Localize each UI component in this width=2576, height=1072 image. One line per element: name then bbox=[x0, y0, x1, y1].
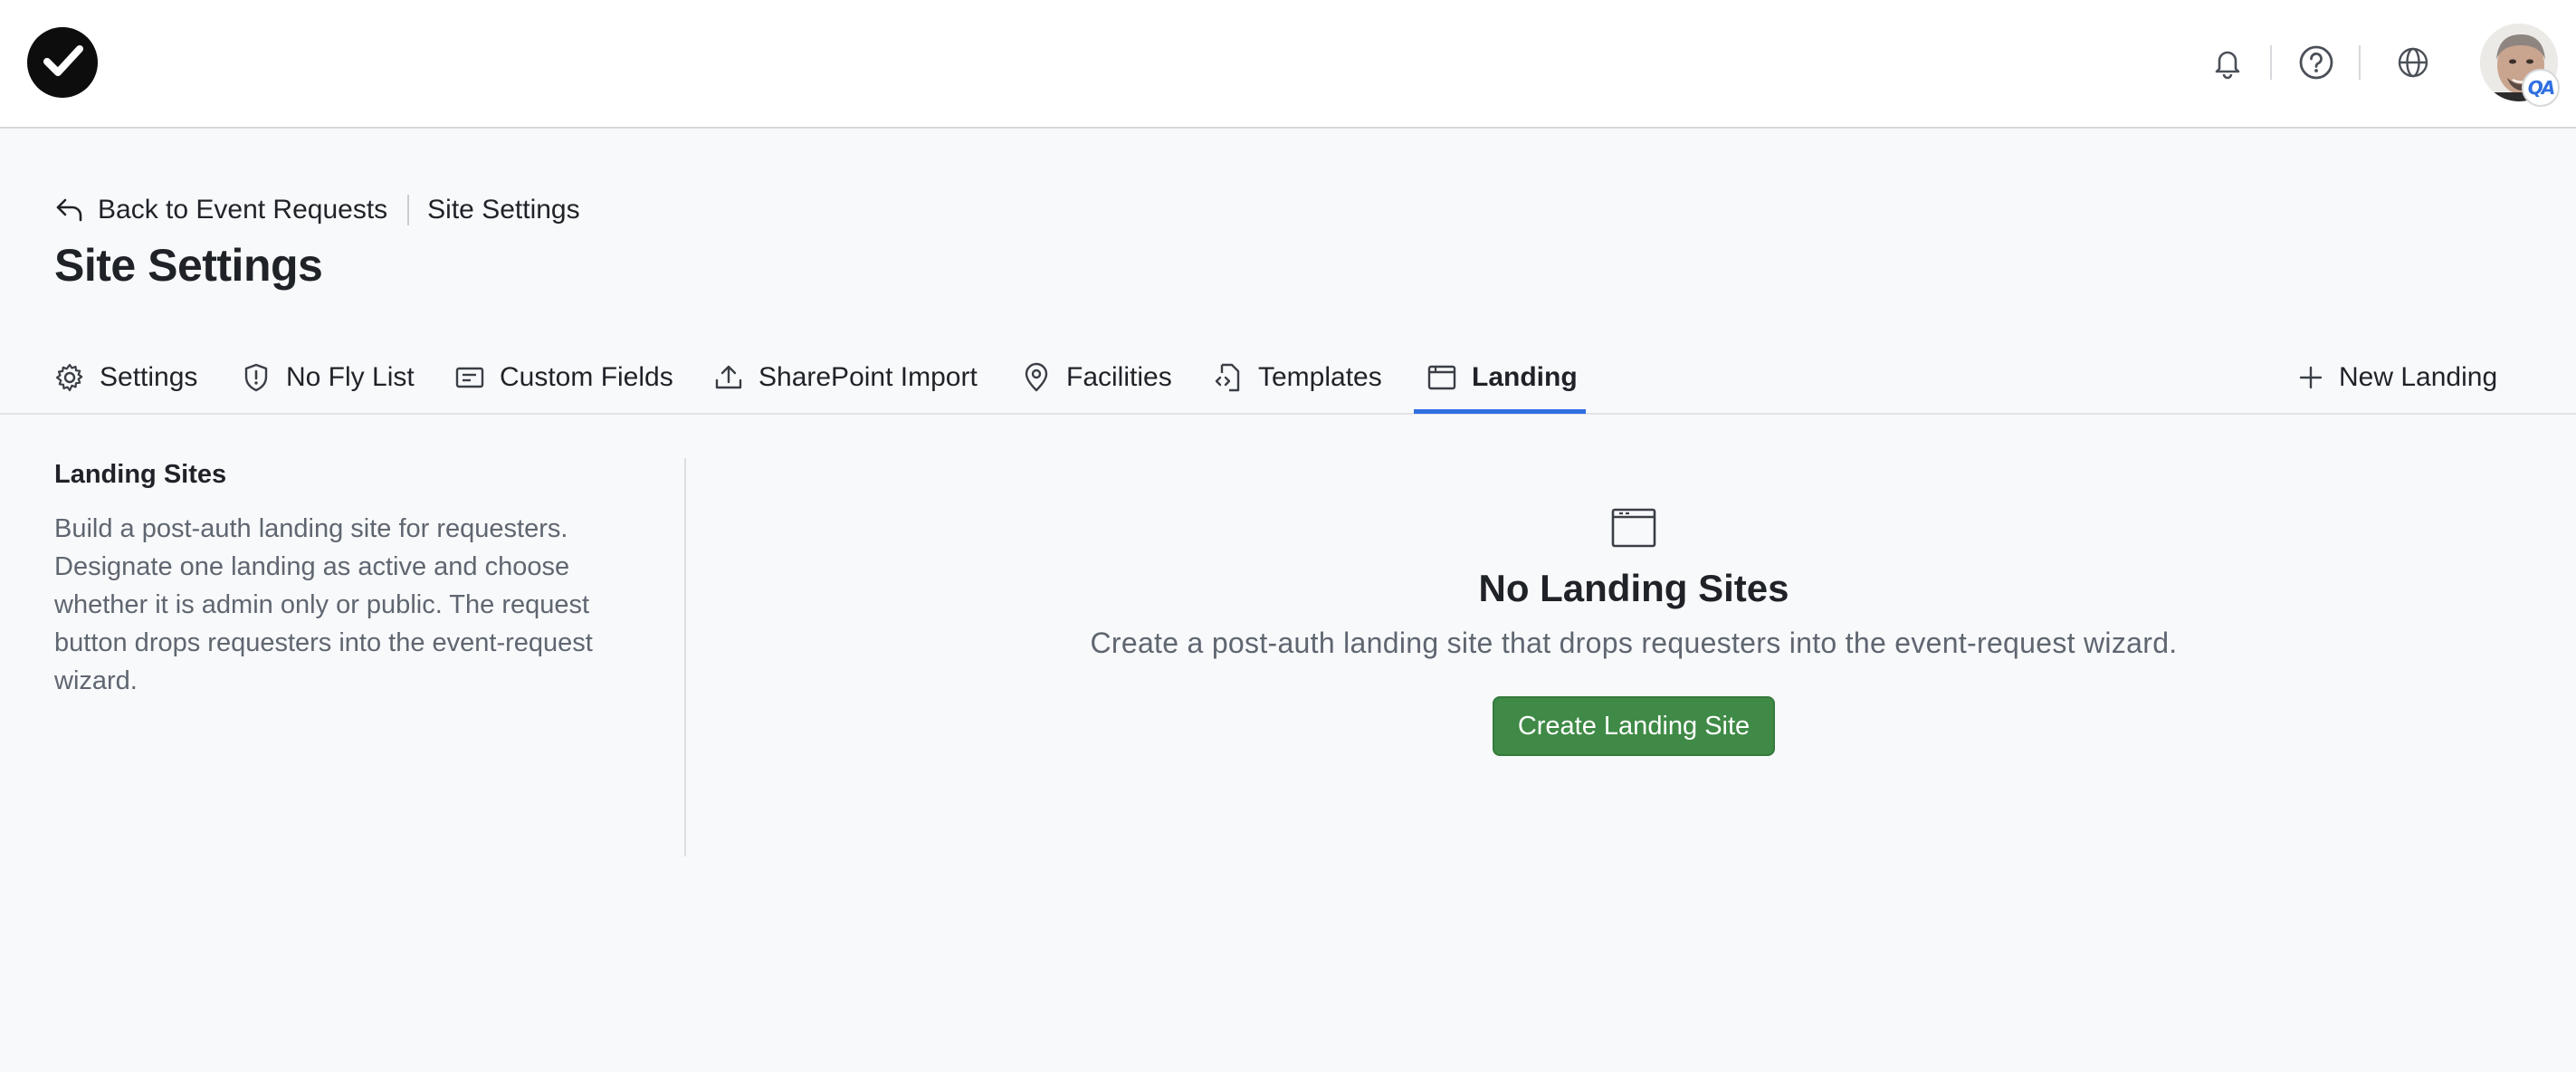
topbar-divider bbox=[2270, 45, 2272, 80]
tab-sharepoint-import[interactable]: SharePoint Import bbox=[713, 340, 978, 415]
tab-label: Landing bbox=[1472, 362, 1578, 392]
breadcrumb-divider bbox=[407, 195, 410, 225]
new-landing-label: New Landing bbox=[2339, 362, 2498, 392]
active-tab-indicator bbox=[1414, 409, 1586, 414]
topbar-divider bbox=[2359, 45, 2361, 80]
tab-label: No Fly List bbox=[286, 362, 415, 392]
browser-window-icon bbox=[1611, 508, 1656, 548]
landing-sites-info: Landing Sites Build a post-auth landing … bbox=[54, 460, 634, 700]
shield-alert-icon bbox=[244, 363, 268, 392]
content-divider bbox=[684, 458, 686, 857]
tab-facilities[interactable]: Facilities bbox=[1021, 340, 1172, 415]
gear-icon bbox=[55, 363, 83, 392]
tab-label: Settings bbox=[100, 362, 198, 392]
empty-state-title: No Landing Sites bbox=[1478, 567, 1789, 609]
empty-state: No Landing Sites Create a post-auth land… bbox=[688, 507, 2576, 756]
section-title: Landing Sites bbox=[54, 460, 227, 489]
create-landing-site-button[interactable]: Create Landing Site bbox=[1492, 696, 1776, 756]
tab-settings[interactable]: Settings bbox=[54, 340, 197, 415]
question-circle-icon[interactable] bbox=[2294, 40, 2339, 85]
code-file-icon bbox=[1215, 363, 1240, 392]
tab-label: Templates bbox=[1258, 362, 1382, 392]
checkmark-icon bbox=[43, 45, 83, 76]
app-logo[interactable] bbox=[27, 27, 98, 98]
form-field-icon bbox=[455, 367, 484, 388]
plus-icon bbox=[2299, 366, 2323, 389]
breadcrumb: Back to Event Requests Site Settings bbox=[54, 190, 580, 230]
page-title: Site Settings bbox=[54, 240, 323, 291]
globe-icon[interactable] bbox=[2390, 40, 2436, 85]
tab-no-fly-list[interactable]: No Fly List bbox=[241, 340, 415, 415]
back-link-label: Back to Event Requests bbox=[98, 195, 388, 225]
back-link[interactable]: Back to Event Requests bbox=[54, 195, 387, 225]
back-arrow-icon bbox=[56, 198, 82, 222]
upload-icon bbox=[715, 365, 742, 389]
tab-label: Facilities bbox=[1066, 362, 1172, 392]
tab-label: SharePoint Import bbox=[758, 362, 978, 392]
top-bar: QA bbox=[0, 0, 2576, 129]
bell-icon[interactable] bbox=[2205, 40, 2250, 85]
tab-custom-fields[interactable]: Custom Fields bbox=[454, 340, 673, 415]
section-description: Build a post-auth landing site for reque… bbox=[54, 514, 593, 695]
new-landing-button[interactable]: New Landing bbox=[2297, 340, 2497, 415]
tab-bar: Settings No Fly List Custom Fields Share… bbox=[0, 340, 2576, 415]
tab-templates[interactable]: Templates bbox=[1213, 340, 1382, 415]
breadcrumb-current: Site Settings bbox=[427, 195, 580, 225]
empty-state-message: Create a post-auth landing site that dro… bbox=[1090, 627, 2178, 659]
avatar-badge: QA bbox=[2522, 69, 2560, 107]
tab-landing[interactable]: Landing bbox=[1426, 340, 1578, 415]
tab-label: Custom Fields bbox=[500, 362, 673, 392]
browser-window-icon bbox=[1427, 365, 1456, 390]
map-pin-icon bbox=[1025, 362, 1048, 392]
